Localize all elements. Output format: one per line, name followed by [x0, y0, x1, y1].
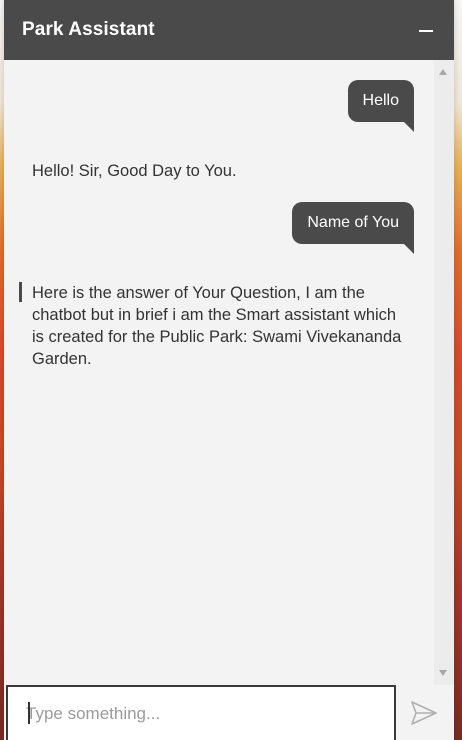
scroll-up-arrow-icon[interactable] — [439, 69, 447, 75]
composer — [4, 685, 454, 740]
message-input-box[interactable] — [6, 685, 396, 740]
user-message: Hello — [347, 80, 414, 132]
message-input[interactable] — [26, 701, 376, 727]
message-text: Name of You — [307, 214, 399, 231]
chat-title: Park Assistant — [22, 19, 155, 40]
scrollbar[interactable] — [434, 60, 454, 685]
focus-indicator — [19, 282, 22, 302]
chat-header: Park Assistant — [4, 0, 454, 60]
message-list: Hello Hello! Sir, Good Day to You. Name … — [4, 60, 454, 685]
scroll-down-arrow-icon[interactable] — [439, 670, 447, 676]
chat-widget: Park Assistant Hello Hello! Sir, Good Da… — [4, 0, 454, 740]
minimize-icon[interactable] — [418, 22, 434, 38]
bot-message: Here is the answer of Your Question, I a… — [32, 284, 402, 368]
user-message: Name of You — [292, 202, 414, 254]
bot-message: Hello! Sir, Good Day to You. — [32, 162, 237, 180]
bubble-tail — [404, 122, 414, 132]
bubble-tail — [404, 244, 414, 254]
text-caret — [28, 702, 30, 724]
send-icon[interactable] — [409, 700, 439, 726]
message-text: Hello — [362, 92, 399, 109]
